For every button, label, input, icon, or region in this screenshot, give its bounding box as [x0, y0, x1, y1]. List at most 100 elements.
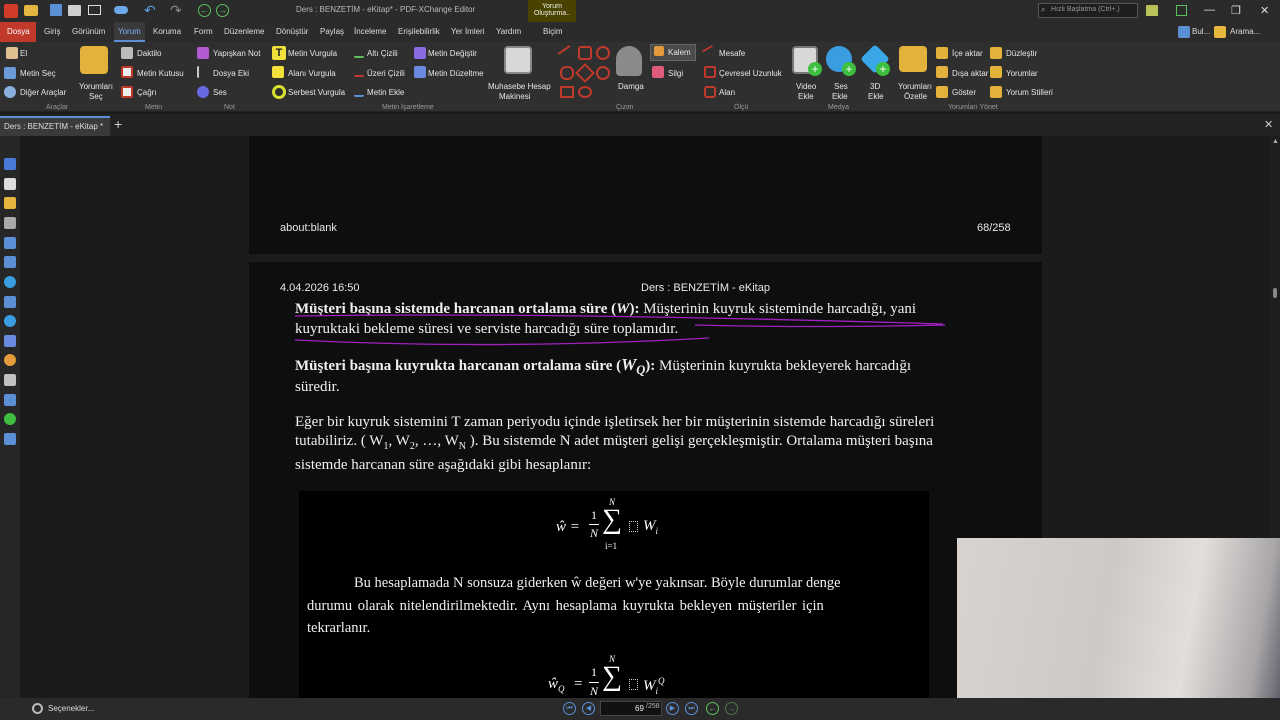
fullscreen-icon[interactable]	[1176, 5, 1187, 16]
undo-icon[interactable]: ↶	[144, 2, 156, 19]
add-3d-label-1[interactable]: 3D	[870, 82, 880, 91]
import-comments[interactable]: İçe aktar	[952, 49, 983, 58]
menu-edit[interactable]: Düzenleme	[224, 27, 264, 36]
menu-convert[interactable]: Dönüştür	[276, 27, 308, 36]
show-comments[interactable]: Göster	[952, 88, 976, 97]
next-view-button[interactable]: →	[725, 702, 738, 715]
cloud-icon[interactable]	[114, 6, 128, 14]
flatten-comments[interactable]: Düzleştir	[1006, 49, 1037, 58]
polyline-shape-icon[interactable]	[596, 66, 610, 80]
comments-list[interactable]: Yorumlar	[1006, 69, 1038, 78]
close-document-button[interactable]: ✕	[1264, 118, 1273, 131]
pages-panel-icon[interactable]	[4, 178, 16, 190]
links-panel-icon[interactable]	[4, 354, 16, 366]
info-panel-icon[interactable]	[4, 433, 16, 445]
minimize-button[interactable]: —	[1204, 4, 1215, 16]
search-box[interactable]: ⌕ Hızlı Başlatma (Ctrl+.)	[1038, 3, 1138, 18]
open-folder-icon[interactable]	[24, 5, 38, 16]
page-number-box[interactable]: 69 /258	[600, 701, 662, 716]
free-highlight-tool[interactable]: Serbest Vurgula	[288, 88, 345, 97]
document-tab[interactable]: Ders : BENZETİM - eKitap *	[0, 116, 110, 136]
last-page-button[interactable]: ⏭	[685, 702, 698, 715]
signatures-panel-icon[interactable]	[4, 296, 16, 308]
layers-panel-icon[interactable]	[4, 256, 16, 268]
maximize-button[interactable]: ❐	[1231, 4, 1241, 17]
prev-page-button[interactable]: ◀	[582, 702, 595, 715]
scroll-up-arrow[interactable]: ▲	[1272, 138, 1279, 145]
save-icon[interactable]	[50, 4, 62, 16]
add-sound-label-1[interactable]: Ses	[834, 82, 848, 91]
typewriter-tool[interactable]: Daktilo	[137, 49, 161, 58]
menu-protect[interactable]: Koruma	[153, 27, 181, 36]
destinations-panel-icon[interactable]	[4, 237, 16, 249]
ellipse-shape-icon[interactable]	[578, 86, 592, 98]
menu-share[interactable]: Paylaş	[320, 27, 344, 36]
attachments-panel-icon[interactable]	[4, 217, 16, 229]
new-tab-button[interactable]: +	[114, 116, 122, 132]
menu-accessibility[interactable]: Erişilebilirlik	[398, 27, 440, 36]
area-tool[interactable]: Alan	[719, 88, 735, 97]
menu-help[interactable]: Yardım	[496, 27, 521, 36]
distance-tool[interactable]: Mesafe	[719, 49, 745, 58]
select-comments-label-2[interactable]: Seç	[89, 92, 103, 101]
first-page-button[interactable]: ⏮	[563, 702, 576, 715]
find-button[interactable]: Bul...	[1192, 27, 1210, 36]
options-icon[interactable]	[1146, 5, 1158, 16]
add-video-label-1[interactable]: Video	[796, 82, 816, 91]
search-panel-icon-left[interactable]	[4, 315, 16, 327]
circle-shape-icon[interactable]	[596, 46, 610, 60]
menu-bookmarks[interactable]: Yer İmleri	[451, 27, 485, 36]
select-comments-label-1[interactable]: Yorumları	[79, 82, 113, 91]
add-video-label-2[interactable]: Ekle	[798, 92, 814, 101]
summarize-label-1[interactable]: Yorumları	[898, 82, 932, 91]
print-icon[interactable]	[68, 5, 81, 16]
menu-format[interactable]: Biçim	[543, 27, 563, 36]
search-button[interactable]: Arama...	[1230, 27, 1260, 36]
menu-view[interactable]: Görünüm	[72, 27, 105, 36]
options-menu[interactable]: Seçenekler...	[48, 704, 94, 713]
redo-icon[interactable]: ↷	[170, 2, 182, 19]
perimeter-tool[interactable]: Çevresel Uzunluk	[719, 69, 782, 78]
tags-panel-icon[interactable]	[4, 374, 16, 386]
sticky-note-tool[interactable]: Yapışkan Not	[213, 49, 260, 58]
bookmarks-panel-icon[interactable]	[4, 158, 16, 170]
export-comments[interactable]: Dışa aktar	[952, 69, 988, 78]
structure-panel-icon[interactable]	[4, 335, 16, 347]
comment-styles[interactable]: Yorum Stilleri	[1006, 88, 1053, 97]
menu-file[interactable]: Dosya	[0, 22, 36, 42]
summarize-label-2[interactable]: Özetle	[904, 92, 927, 101]
other-tools-button[interactable]: Diğer Araçlar	[20, 88, 66, 97]
text-highlight-tool[interactable]: Metin Vurgula	[288, 49, 337, 58]
menu-form[interactable]: Form	[194, 27, 213, 36]
sound-tool[interactable]: Ses	[213, 88, 227, 97]
cloud-shape-icon[interactable]	[560, 66, 574, 80]
add-text-tool[interactable]: Metin Ekle	[367, 88, 404, 97]
order-panel-icon[interactable]	[4, 394, 16, 406]
hand-tool[interactable]: El	[20, 49, 27, 58]
replace-text-tool[interactable]: Metin Değiştir	[428, 49, 477, 58]
area-highlight-tool[interactable]: Alanı Vurgula	[288, 69, 336, 78]
next-page-button[interactable]: ▶	[666, 702, 679, 715]
stamp-tool[interactable]: Damga	[618, 82, 644, 91]
back-icon[interactable]: ←	[198, 4, 211, 17]
properties-panel-icon[interactable]	[4, 413, 16, 425]
menu-comment[interactable]: Yorum	[114, 22, 145, 42]
calculator-label-2[interactable]: Makinesi	[499, 92, 531, 101]
text-box-tool[interactable]: Metin Kutusu	[137, 69, 184, 78]
eraser-tool[interactable]: Silgi	[668, 69, 683, 78]
underline-tool[interactable]: Altı Çizili	[367, 49, 398, 58]
edit-text-tool[interactable]: Metin Düzeltme	[428, 69, 484, 78]
calculator-label-1[interactable]: Muhasebe Hesap	[488, 82, 551, 91]
select-text-tool[interactable]: Metin Seç	[20, 69, 56, 78]
content-panel-icon[interactable]	[4, 276, 16, 288]
previous-view-button[interactable]: ←	[706, 702, 719, 715]
callout-tool[interactable]: Çağrı	[137, 88, 157, 97]
scroll-thumb[interactable]	[1273, 288, 1277, 298]
menu-home[interactable]: Giriş	[44, 27, 60, 36]
strikeout-tool[interactable]: Üzeri Çizili	[367, 69, 405, 78]
comments-panel-icon[interactable]	[4, 197, 16, 209]
close-window-button[interactable]: ✕	[1260, 4, 1269, 17]
forward-icon[interactable]: →	[216, 4, 229, 17]
email-icon[interactable]	[88, 5, 101, 15]
add-sound-label-2[interactable]: Ekle	[832, 92, 848, 101]
